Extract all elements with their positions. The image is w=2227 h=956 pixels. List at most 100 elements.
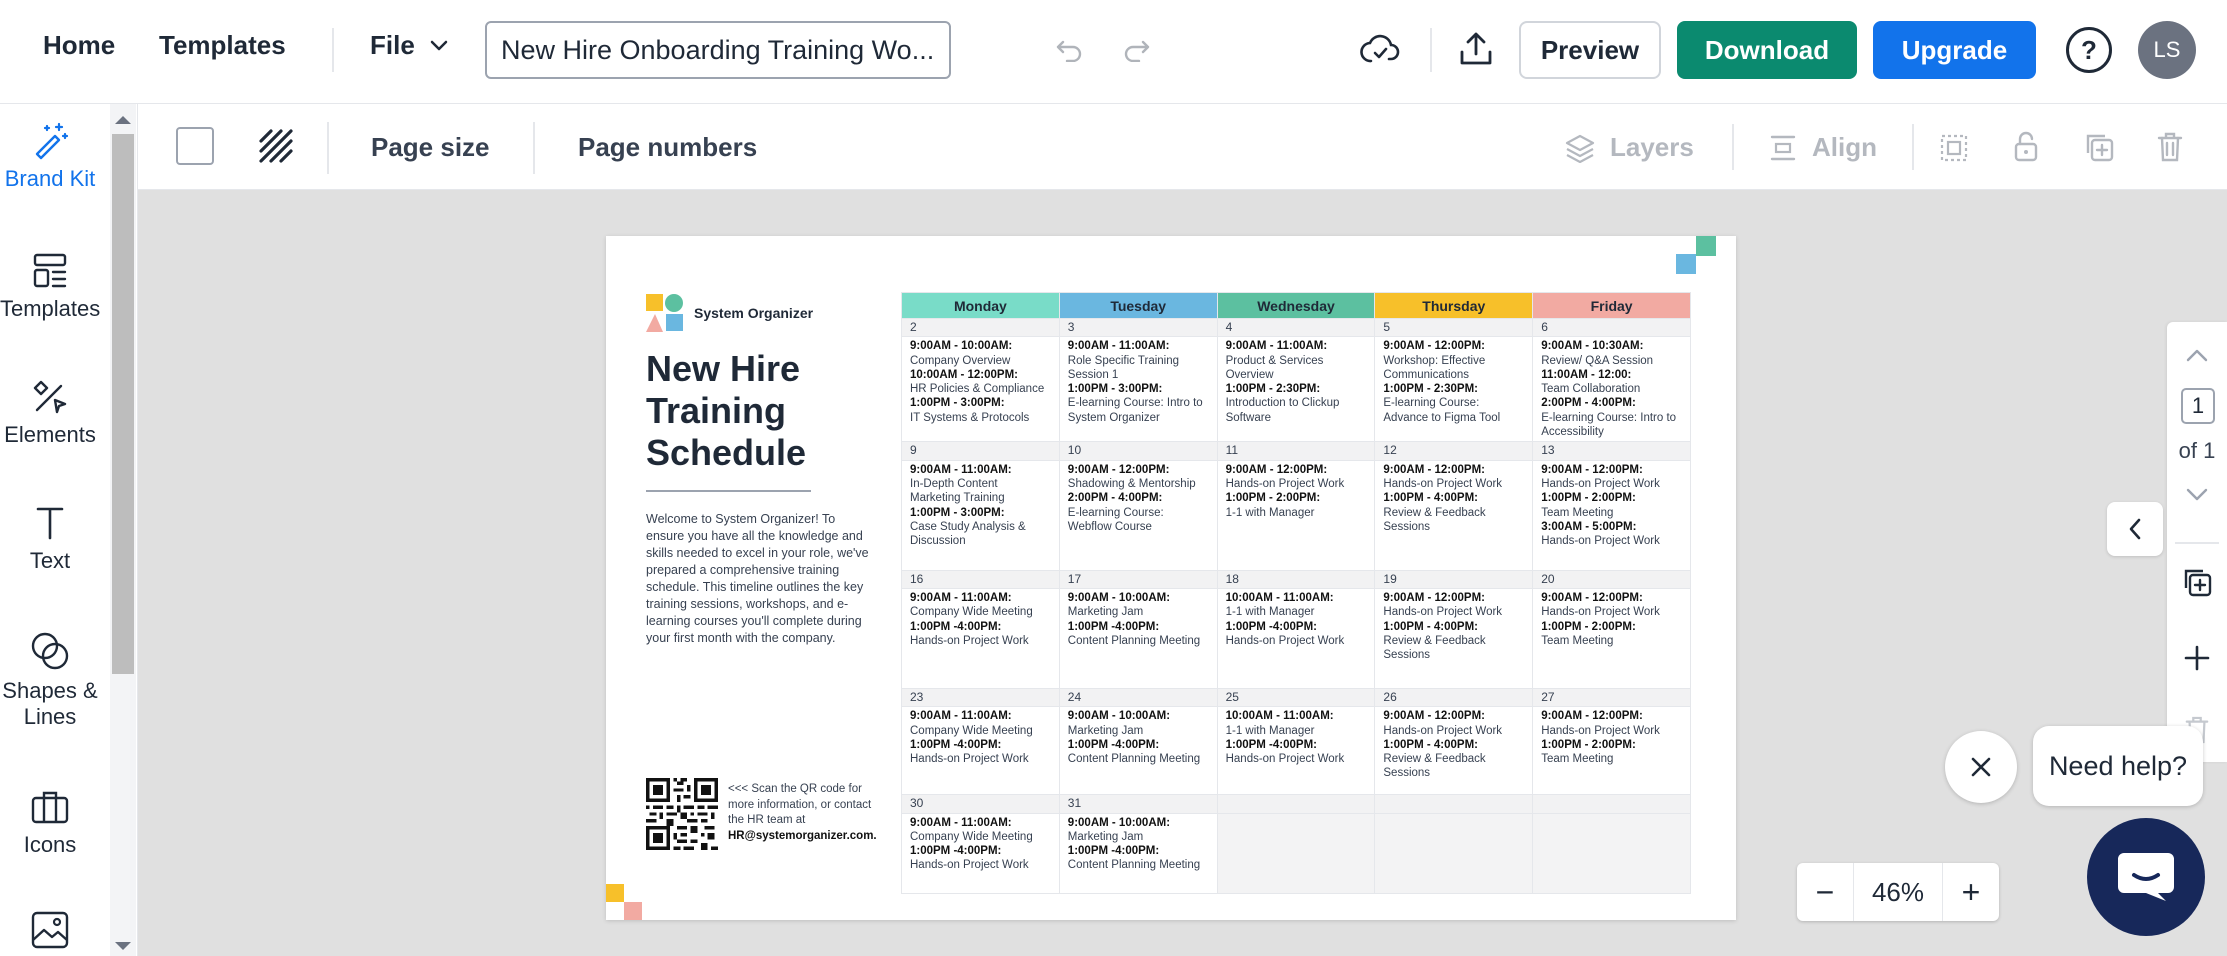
sidebar-item-label: Brand Kit [4, 166, 96, 191]
date-row: 30 31 [901, 794, 1691, 814]
sidebar-item-text[interactable]: Text [0, 504, 100, 574]
time-slot: 1:00PM -4:00PM: [1225, 738, 1317, 751]
date-cell: 16 [901, 569, 1060, 589]
time-slot: 9:00AM - 11:00AM: [910, 591, 1012, 604]
sidebar-item-images[interactable] [0, 910, 100, 956]
activity: Content Planning Meeting [1067, 859, 1201, 872]
day-header-monday: Monday [901, 292, 1060, 319]
document-title-input[interactable]: New Hire Onboarding Training Wo... [485, 21, 951, 79]
preview-button[interactable]: Preview [1519, 21, 1661, 79]
activity: Hands-on Project Work [1541, 477, 1660, 490]
zoom-out-button[interactable]: − [1797, 863, 1853, 921]
schedule-cell: 9:00AM - 12:00PM: Hands-on Project Work 1:… [1374, 587, 1534, 689]
zoom-level[interactable]: 46% [1853, 863, 1943, 921]
align-label: Align [1812, 132, 1877, 162]
duplicate-icon[interactable] [2080, 128, 2118, 166]
sidebar-item-brand-kit[interactable]: Brand Kit [0, 122, 100, 192]
qr-caption: <<< Scan the QR code for more informatio… [728, 782, 888, 844]
pattern-icon[interactable] [258, 128, 294, 164]
collapse-panel-button[interactable] [2107, 502, 2163, 556]
divider [2175, 542, 2219, 544]
activity: Review & Feedback Sessions [1383, 634, 1486, 662]
text-icon [36, 507, 64, 540]
magic-wand-icon [35, 122, 69, 160]
page-numbers-button[interactable]: Page numbers [578, 132, 757, 163]
zoom-in-button[interactable]: + [1943, 863, 1999, 921]
templates-link[interactable]: Templates [159, 30, 286, 61]
sidebar-item-icons[interactable]: Icons [0, 788, 100, 858]
time-slot: 9:00AM - 11:00AM: [910, 710, 1012, 723]
time-slot: 1:00PM -4:00PM: [1225, 620, 1317, 633]
duplicate-page-icon[interactable] [2179, 564, 2215, 600]
undo-icon[interactable] [1050, 30, 1090, 70]
sidebar-item-elements[interactable]: Elements [0, 378, 100, 448]
page-size-button[interactable]: Page size [371, 132, 490, 163]
decor-square [624, 902, 642, 920]
add-page-icon[interactable] [2179, 640, 2215, 676]
time-slot: 11:00AM - 12:00: [1541, 368, 1632, 381]
cloud-saved-icon[interactable] [1356, 28, 1404, 72]
trash-icon[interactable] [2152, 128, 2188, 166]
sidebar-item-templates[interactable]: Templates [0, 252, 100, 322]
unlock-icon[interactable] [2008, 128, 2044, 166]
schedule-cell: 9:00AM - 10:00AM: Marketing Jam 1:00PM -4:… [1058, 812, 1218, 894]
redo-icon[interactable] [1116, 30, 1156, 70]
close-help-button[interactable] [1945, 731, 2017, 803]
group-icon[interactable] [1936, 130, 1972, 166]
activity: Marketing Jam [1067, 724, 1144, 737]
activity: E-learning Course: Advance to Figma Tool [1383, 397, 1501, 424]
activity: Hands-on Project Work [1541, 724, 1660, 737]
activity: Hands-on Project Work [910, 859, 1029, 872]
decor-square [606, 884, 624, 902]
schedule-cell: 9:00AM - 11:00AM: In-Depth Content Market… [901, 459, 1060, 571]
layers-button[interactable]: Layers [1564, 132, 1694, 163]
need-help-bubble[interactable]: Need help? [2033, 726, 2203, 806]
schedule-row: 9:00AM - 11:00AM: Company Wide Meeting 1:0… [901, 706, 1691, 796]
time-slot: 1:00PM -4:00PM: [1067, 620, 1160, 633]
scroll-down-arrow[interactable] [115, 942, 131, 950]
date-cell [1374, 794, 1534, 814]
chat-launcher-button[interactable] [2087, 818, 2205, 936]
time-slot: 1:00PM - 4:00PM: [1383, 738, 1478, 751]
document-page[interactable]: System Organizer New Hire Training Sched… [606, 236, 1736, 920]
schedule-cell: 9:00AM - 11:00AM: Company Wide Meeting 1:0… [901, 587, 1060, 689]
image-icon [31, 911, 69, 949]
time-slot: 9:00AM - 12:00PM: [1541, 710, 1643, 723]
sidebar-item-label: Shapes & Lines [2, 678, 98, 729]
time-slot: 1:00PM -4:00PM: [910, 620, 1002, 633]
calendar-header-row: Monday Tuesday Wednesday Thursday Friday [901, 292, 1691, 319]
chevron-down-icon [430, 40, 448, 50]
schedule-cell [1532, 812, 1691, 894]
schedule-cell: 9:00AM - 10:30AM: Review/ Q&A Session 11:0… [1532, 336, 1691, 443]
time-slot: 9:00AM - 12:00PM: [1383, 710, 1486, 723]
schedule-cell: 9:00AM - 11:00AM: Product & Services Over… [1216, 336, 1376, 443]
activity: Hands-on Project Work [1541, 606, 1660, 619]
upgrade-button[interactable]: Upgrade [1873, 21, 2036, 79]
help-icon[interactable]: ? [2066, 27, 2112, 73]
download-button[interactable]: Download [1677, 21, 1857, 79]
background-color-icon[interactable] [176, 127, 214, 165]
avatar[interactable]: LS [2138, 21, 2196, 79]
activity: 1-1 with Manager [1225, 506, 1315, 519]
schedule-row: 9:00AM - 10:00AM: Company Overview 10:00AM… [901, 336, 1691, 443]
sidebar-scrollbar-thumb[interactable] [112, 134, 134, 674]
company-logo: System Organizer [646, 294, 813, 332]
sidebar-item-shapes-lines[interactable]: Shapes & Lines [0, 630, 100, 730]
time-slot: 2:00PM - 4:00PM: [1541, 397, 1636, 410]
page-number-input[interactable]: 1 [2181, 388, 2215, 424]
file-menu[interactable]: File [370, 30, 449, 61]
close-icon [1971, 757, 1991, 777]
chevron-down-icon[interactable] [2181, 482, 2213, 508]
time-slot: 1:00PM - 4:00PM: [1383, 492, 1478, 505]
schedule-cell: 9:00AM - 10:00AM: Company Overview 10:00AM… [901, 336, 1060, 443]
schedule-cell: 9:00AM - 11:00AM: Company Wide Meeting 1:0… [901, 812, 1060, 894]
activity: Review & Feedback Sessions [1383, 506, 1486, 533]
date-cell [1532, 794, 1691, 814]
align-button[interactable]: Align [1768, 132, 1877, 163]
chevron-up-icon[interactable] [2181, 342, 2213, 368]
schedule-cell: 9:00AM - 12:00PM: Hands-on Project Work 1:… [1374, 459, 1534, 571]
share-upload-icon[interactable] [1454, 26, 1498, 72]
scroll-up-arrow[interactable] [115, 116, 131, 124]
home-link[interactable]: Home [43, 30, 115, 61]
date-cell: 25 [1216, 687, 1376, 708]
